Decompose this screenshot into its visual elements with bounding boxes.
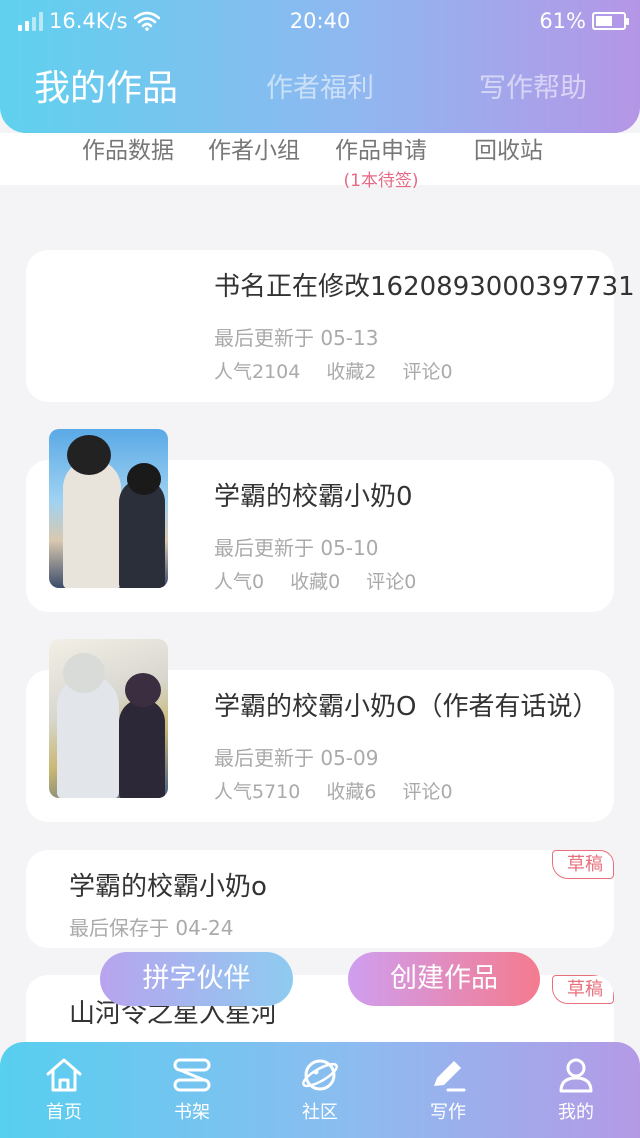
user-icon bbox=[559, 1058, 593, 1093]
nav-label: 我的 bbox=[558, 1102, 594, 1123]
home-icon bbox=[46, 1058, 82, 1092]
comments-count: 评论0 bbox=[366, 571, 417, 593]
draft-badge: 草稿 bbox=[552, 850, 614, 879]
sub-navigation: 作品数据 作者小组 作品申请 (1本待签) 回收站 bbox=[0, 131, 640, 191]
subnav-label: 作品申请 bbox=[335, 138, 427, 164]
subnav-recycle-bin[interactable]: 回收站 bbox=[474, 131, 543, 165]
nav-label: 书架 bbox=[174, 1102, 210, 1123]
cover-figure bbox=[63, 459, 121, 588]
bottom-navigation: 首页 书架 社区 写作 我的 bbox=[0, 1042, 640, 1138]
tab-my-works[interactable]: 我的作品 bbox=[34, 64, 178, 114]
cover-figure bbox=[57, 675, 119, 798]
partner-button[interactable]: 拼字伙伴 bbox=[100, 952, 293, 1006]
subnav-label: 回收站 bbox=[474, 138, 543, 164]
subnav-work-application[interactable]: 作品申请 (1本待签) bbox=[335, 131, 427, 191]
status-bar: 16.4K/s 20:40 61% bbox=[0, 0, 640, 44]
comments-count: 评论0 bbox=[402, 361, 453, 383]
popularity-count: 人气5710 bbox=[214, 781, 301, 803]
favorites-count: 收藏2 bbox=[326, 361, 377, 383]
nav-label: 社区 bbox=[302, 1102, 338, 1123]
nav-write[interactable]: 写作 bbox=[408, 1056, 488, 1124]
work-updated: 最后更新于 05-13 bbox=[214, 326, 379, 350]
draft-card[interactable]: 草稿 学霸的校霸小奶o 最后保存于 04-24 bbox=[26, 850, 614, 948]
nav-me[interactable]: 我的 bbox=[536, 1056, 616, 1124]
pen-icon bbox=[434, 1061, 466, 1092]
battery-percent: 61% bbox=[539, 9, 586, 33]
work-title: 学霸的校霸小奶O（作者有话说） bbox=[214, 692, 599, 722]
tab-writing-help[interactable]: 写作帮助 bbox=[479, 64, 587, 114]
draft-saved: 最后保存于 04-24 bbox=[69, 916, 234, 940]
draft-title: 学霸的校霸小奶o bbox=[69, 872, 267, 902]
popularity-count: 人气2104 bbox=[214, 361, 301, 383]
cover-figure bbox=[67, 435, 111, 475]
pending-sign-note: (1本待签) bbox=[343, 171, 419, 191]
top-tabs: 我的作品 作者福利 写作帮助 bbox=[0, 64, 640, 114]
status-right: 61% bbox=[539, 9, 629, 33]
nav-community[interactable]: 社区 bbox=[280, 1056, 360, 1124]
favorites-count: 收藏6 bbox=[326, 781, 377, 803]
planet-icon bbox=[302, 1059, 338, 1091]
cover-figure bbox=[127, 463, 161, 495]
battery-level bbox=[596, 16, 612, 26]
create-work-button[interactable]: 创建作品 bbox=[348, 952, 540, 1006]
comments-count: 评论0 bbox=[402, 781, 453, 803]
subnav-label: 作品数据 bbox=[82, 138, 174, 164]
work-card[interactable]: 书名正在修改1620893000397731 最后更新于 05-13 人气210… bbox=[26, 250, 635, 402]
book-cover[interactable] bbox=[49, 639, 168, 798]
battery-icon bbox=[592, 12, 629, 30]
cover-figure bbox=[119, 479, 165, 588]
work-updated: 最后更新于 05-09 bbox=[214, 746, 379, 770]
work-title: 书名正在修改1620893000397731 bbox=[214, 272, 635, 302]
app-header: 16.4K/s 20:40 61% 我的作品 作者福利 写作帮助 bbox=[0, 0, 640, 133]
subnav-work-data[interactable]: 作品数据 bbox=[82, 131, 174, 165]
work-stats: 人气2104 收藏2 评论0 bbox=[214, 357, 479, 384]
popularity-count: 人气0 bbox=[214, 571, 265, 593]
subnav-label: 作者小组 bbox=[208, 138, 300, 164]
subnav-author-group[interactable]: 作者小组 bbox=[208, 131, 300, 165]
cover-figure bbox=[63, 653, 105, 693]
draft-badge: 草稿 bbox=[552, 975, 614, 1004]
book-cover[interactable] bbox=[49, 429, 168, 588]
cover-figure bbox=[119, 699, 165, 798]
nav-bookshelf[interactable]: 书架 bbox=[152, 1056, 232, 1124]
bookshelf-icon bbox=[173, 1058, 211, 1092]
nav-label: 写作 bbox=[430, 1102, 466, 1123]
work-stats: 人气5710 收藏6 评论0 bbox=[214, 777, 479, 804]
nav-label: 首页 bbox=[46, 1102, 82, 1123]
cover-figure bbox=[125, 673, 161, 707]
work-stats: 人气0 收藏0 评论0 bbox=[214, 567, 442, 594]
tab-author-benefits[interactable]: 作者福利 bbox=[266, 64, 374, 114]
nav-home[interactable]: 首页 bbox=[24, 1056, 104, 1124]
work-title: 学霸的校霸小奶0 bbox=[214, 482, 413, 512]
work-updated: 最后更新于 05-10 bbox=[214, 536, 379, 560]
favorites-count: 收藏0 bbox=[290, 571, 341, 593]
